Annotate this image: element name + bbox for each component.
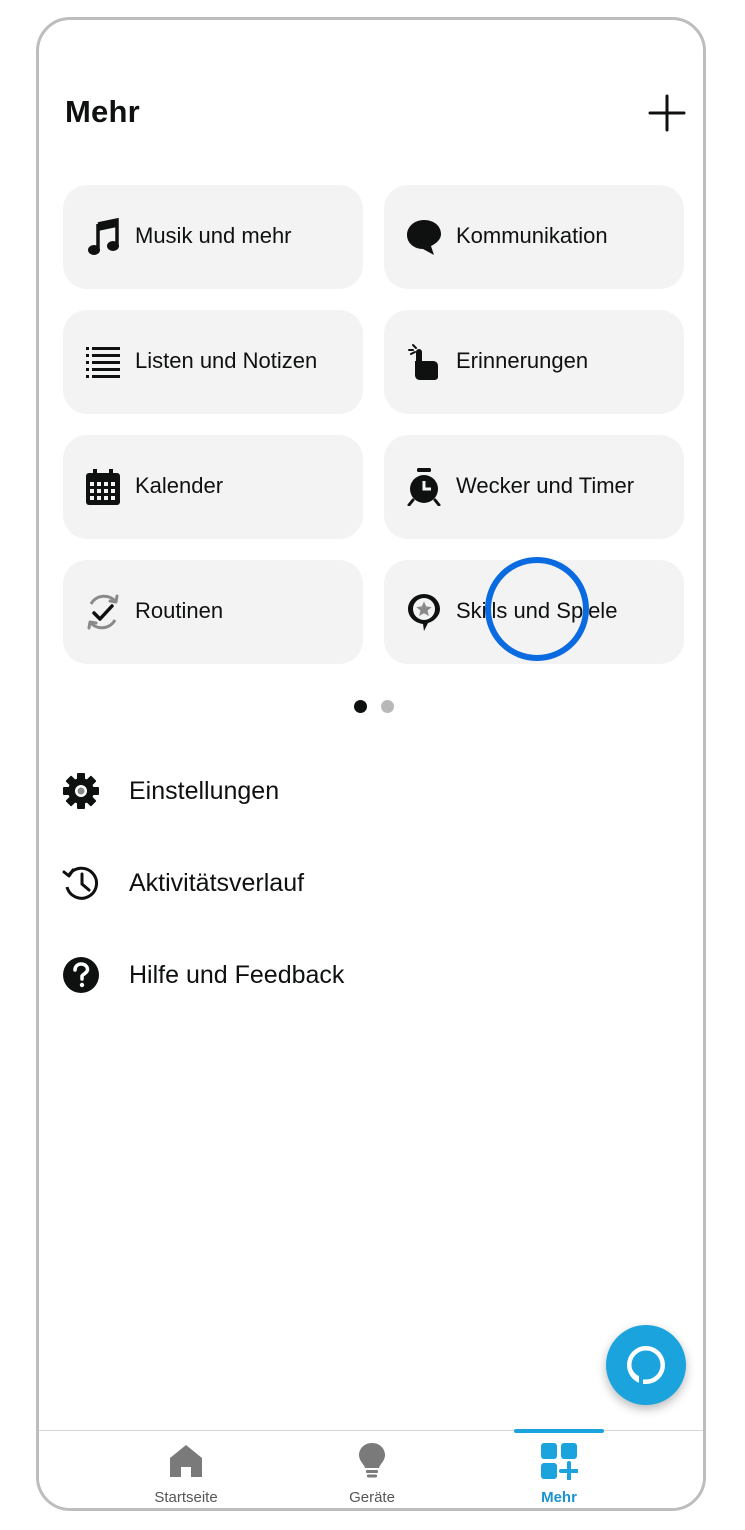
tab-home[interactable]: Startseite xyxy=(116,1431,256,1508)
page-indicator xyxy=(354,700,399,713)
tab-more[interactable]: Mehr xyxy=(489,1429,629,1508)
active-tab-indicator xyxy=(514,1429,604,1433)
help-icon xyxy=(61,955,101,995)
tile-reminders[interactable]: Erinnerungen xyxy=(384,310,684,414)
tile-label: Kalender xyxy=(135,473,224,498)
tile-music[interactable]: Musik und mehr xyxy=(63,185,363,289)
page-title: Mehr xyxy=(65,94,140,129)
tile-calendar[interactable]: Kalender xyxy=(63,435,363,539)
page-dot-inactive[interactable] xyxy=(381,700,394,713)
add-button[interactable] xyxy=(647,93,687,133)
phone-frame: Mehr Musik und mehr Kommunikation Listen… xyxy=(36,17,706,1511)
tile-label: Erinnerungen xyxy=(456,348,589,373)
page-dot-active[interactable] xyxy=(354,700,367,713)
skills-star-icon xyxy=(404,592,444,632)
speech-bubble-icon xyxy=(404,217,444,257)
gear-icon xyxy=(61,771,101,811)
alarm-clock-icon xyxy=(404,467,444,507)
plus-icon xyxy=(648,94,686,132)
music-note-icon xyxy=(83,217,123,257)
lightbulb-icon xyxy=(352,1441,392,1481)
routine-check-icon xyxy=(83,592,123,632)
menu-item-label: Aktivitätsverlauf xyxy=(129,869,305,897)
tile-label: Kommunikation xyxy=(456,223,608,248)
alexa-button[interactable] xyxy=(606,1325,686,1405)
bottom-tab-bar: Startseite Geräte Mehr xyxy=(39,1429,703,1508)
alexa-ring-icon xyxy=(627,1346,665,1384)
tile-routines[interactable]: Routinen xyxy=(63,560,363,664)
reminder-hand-icon xyxy=(404,342,444,382)
tile-alarms-timers[interactable]: Wecker und Timer xyxy=(384,435,684,539)
tile-label: Musik und mehr xyxy=(135,223,292,248)
tile-communication[interactable]: Kommunikation xyxy=(384,185,684,289)
tab-devices[interactable]: Geräte xyxy=(302,1431,442,1508)
menu-item-label: Hilfe und Feedback xyxy=(129,961,345,989)
menu-item-help-feedback[interactable]: Hilfe und Feedback xyxy=(61,944,661,1004)
calendar-icon xyxy=(83,467,123,507)
list-icon xyxy=(83,342,123,382)
tile-lists[interactable]: Listen und Notizen xyxy=(63,310,363,414)
tab-label: Startseite xyxy=(154,1489,218,1506)
home-icon xyxy=(166,1441,206,1481)
menu-item-label: Einstellungen xyxy=(129,777,280,805)
tile-label: Wecker und Timer xyxy=(456,473,635,498)
menu-item-settings[interactable]: Einstellungen xyxy=(61,760,661,820)
history-icon xyxy=(61,863,101,903)
tab-label: Mehr xyxy=(541,1489,577,1506)
more-grid-icon xyxy=(539,1441,579,1481)
menu-item-activity-history[interactable]: Aktivitätsverlauf xyxy=(61,852,661,912)
tile-label: Skills und Spiele xyxy=(456,598,618,623)
tab-label: Geräte xyxy=(349,1489,395,1506)
tile-skills-games[interactable]: Skills und Spiele xyxy=(384,560,684,664)
tile-label: Routinen xyxy=(135,598,224,623)
tile-label: Listen und Notizen xyxy=(135,348,318,373)
